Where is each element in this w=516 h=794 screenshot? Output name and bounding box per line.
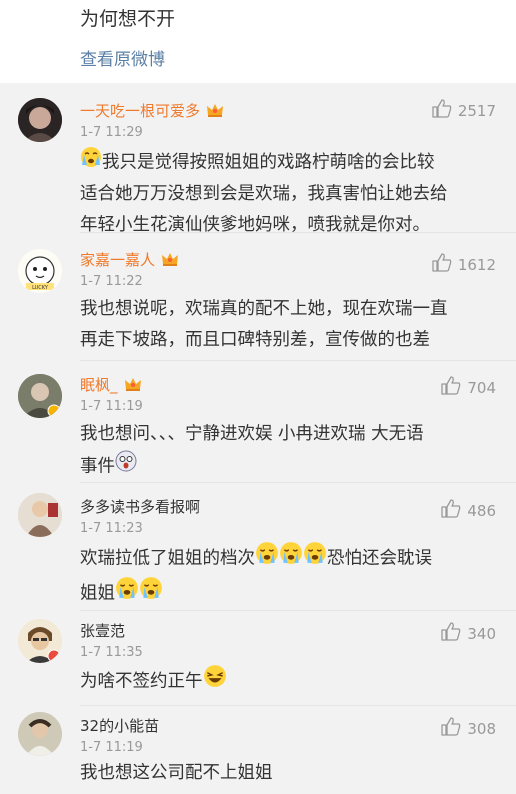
crown-icon: [206, 102, 224, 122]
scared-face-icon: [115, 450, 137, 483]
like-button[interactable]: 704: [441, 376, 496, 399]
comment-username[interactable]: 多多读书多看报啊: [80, 496, 200, 517]
comment-body: 我也想问、、、宁静进欢娱 小冉进欢瑞 大无语 事件: [80, 419, 500, 483]
laughing-face-icon: [203, 664, 227, 699]
comment-username[interactable]: 32的小能苗: [80, 715, 159, 736]
comment-username[interactable]: 眠枫_: [80, 374, 142, 396]
comment-username[interactable]: 一天吃一根可爱多: [80, 100, 224, 122]
like-count: 704: [467, 378, 496, 397]
comment-item: 32的小能苗 1-7 11:19 308 我也想这公司配不上姐姐: [0, 706, 516, 794]
comment-body: 欢瑞拉低了姐姐的档次 恐怕还会耽误 姐姐: [80, 541, 500, 611]
comment-time: 1-7 11:22: [80, 274, 143, 289]
comment-item: LUCKY 家嘉一嘉人 1-7 11:22 1612 我也想说呢，欢瑞真的配不上…: [0, 233, 516, 361]
comment-list: 一天吃一根可爱多 1-7 11:29 2517 我只是觉得按照姐姐的戏路柠萌啥的…: [0, 83, 516, 794]
avatar[interactable]: [18, 493, 62, 537]
like-button[interactable]: 2517: [432, 99, 496, 122]
like-button[interactable]: 1612: [432, 253, 496, 276]
avatar[interactable]: [18, 712, 62, 756]
crown-icon: [161, 251, 179, 271]
like-count: 1612: [457, 255, 496, 274]
crying-face-icon: [139, 576, 163, 611]
avatar[interactable]: [18, 98, 62, 142]
post-text-tail: 为何想不开: [80, 8, 176, 30]
comment-item: 张壹范 1-7 11:35 340 为啥不签约正午: [0, 611, 516, 706]
comment-time: 1-7 11:19: [80, 399, 143, 414]
thumbs-up-icon: [432, 99, 452, 122]
like-count: 2517: [457, 101, 496, 120]
like-button[interactable]: 486: [441, 499, 496, 522]
avatar[interactable]: [18, 619, 62, 663]
comment-time: 1-7 11:29: [80, 125, 143, 140]
crying-face-icon: [80, 146, 102, 179]
comment-item: 眠枫_ 1-7 11:19 704 我也想问、、、宁静进欢娱 小冉进欢瑞 大无语…: [0, 361, 516, 483]
like-count: 340: [467, 624, 496, 643]
svg-text:LUCKY: LUCKY: [32, 285, 49, 291]
comment-body: 我也想说呢，欢瑞真的配不上她，现在欢瑞一直 再走下坡路，而且口碑特别差，宣传做的…: [80, 299, 448, 350]
original-post-footer: 为何想不开 查看原微博: [0, 0, 516, 83]
comment-body: 为啥不签约正午: [80, 664, 500, 699]
crying-face-icon: [255, 541, 279, 576]
avatar[interactable]: LUCKY: [18, 249, 62, 293]
view-original-link[interactable]: 查看原微博: [80, 45, 165, 70]
crown-icon: [124, 376, 142, 396]
comment-item: 一天吃一根可爱多 1-7 11:29 2517 我只是觉得按照姐姐的戏路柠萌啥的…: [0, 83, 516, 235]
comment-username[interactable]: 张壹范: [80, 620, 125, 641]
crying-face-icon: [279, 541, 303, 576]
avatar[interactable]: [18, 374, 62, 418]
like-count: 308: [467, 719, 496, 738]
comment-username[interactable]: 家嘉一嘉人: [80, 249, 179, 271]
comment-item: 多多读书多看报啊 1-7 11:23 486 欢瑞拉低了姐姐的档次 恐怕还会耽误 …: [0, 483, 516, 611]
like-button[interactable]: 308: [441, 717, 496, 740]
crying-face-icon: [303, 541, 327, 576]
thumbs-up-icon: [441, 717, 461, 740]
comment-time: 1-7 11:19: [80, 740, 143, 755]
thumbs-up-icon: [432, 253, 452, 276]
crying-face-icon: [115, 576, 139, 611]
thumbs-up-icon: [441, 499, 461, 522]
comment-time: 1-7 11:35: [80, 645, 143, 660]
comment-body: 我只是觉得按照姐姐的戏路柠萌啥的会比较 适合她万万没想到会是欢瑞，我真害怕让她去…: [80, 146, 500, 241]
like-button[interactable]: 340: [441, 622, 496, 645]
thumbs-up-icon: [441, 376, 461, 399]
comment-body: 我也想这公司配不上姐姐: [80, 763, 273, 783]
like-count: 486: [467, 501, 496, 520]
comment-time: 1-7 11:23: [80, 521, 143, 536]
thumbs-up-icon: [441, 622, 461, 645]
